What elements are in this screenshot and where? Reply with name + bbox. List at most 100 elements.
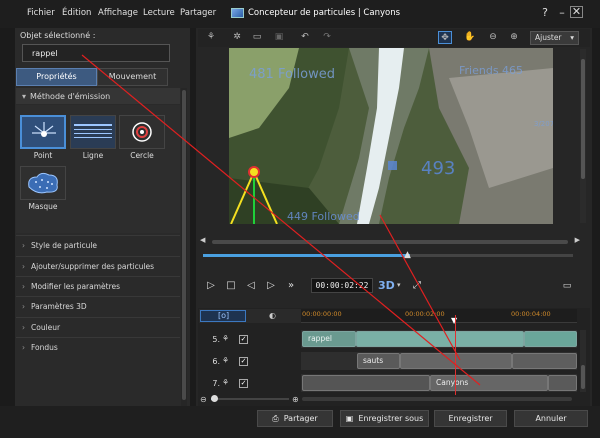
timeline-clip[interactable]: rappel [302, 331, 356, 347]
save-as-button-label: Enregistrer sous [358, 414, 424, 423]
redo-icon[interactable]: ↷ [320, 31, 334, 44]
track-visibility-checkbox[interactable]: ✓ [239, 357, 248, 366]
timeline-clip[interactable]: sauts [357, 353, 400, 369]
emission-circle-tile[interactable] [119, 115, 165, 149]
timeline-zoom-slider[interactable] [211, 395, 289, 402]
left-panel-scrollbar[interactable] [181, 88, 187, 406]
timeline-vertical-scrollbar[interactable] [580, 330, 586, 392]
ruler-tick-4: 00:00:04:00 [511, 310, 551, 318]
delete-icon[interactable]: ▣ [272, 31, 286, 44]
tab-motion[interactable]: Mouvement [97, 68, 168, 86]
scroll-right-icon[interactable]: ▶ [575, 236, 580, 244]
point-emission-icon [22, 117, 64, 147]
menu-lecture[interactable]: Lecture [143, 8, 175, 18]
timeline-zoom-out-icon[interactable]: ⊖ [200, 395, 207, 404]
selected-object-field[interactable]: rappel [22, 44, 170, 62]
timeline-clip[interactable]: Canyons [430, 375, 548, 391]
app-icon [231, 8, 244, 18]
fullscreen-icon[interactable]: ⤢ [410, 279, 424, 293]
timeline-clip-continuation[interactable] [512, 353, 577, 369]
particle-track-icon: ⚘ [222, 356, 230, 365]
expand-arrow-icon: › [22, 262, 25, 271]
add-effect-icon[interactable]: ✲ [230, 31, 244, 44]
timeline-clip-continuation[interactable] [548, 375, 577, 391]
select-tool-icon[interactable]: ✥ [438, 31, 452, 44]
zoom-out-icon[interactable]: ⊖ [486, 31, 500, 44]
emission-method-header[interactable]: ▾ Méthode d'émission [16, 88, 180, 105]
timeline-clip-continuation[interactable] [302, 375, 430, 391]
mask-emission-icon [21, 167, 65, 199]
emission-mask-tile[interactable] [20, 166, 66, 200]
section-label: Fondus [31, 343, 58, 352]
timeline-marker-icon[interactable]: ◐ [269, 311, 276, 320]
emission-method-label: Méthode d'émission [30, 92, 111, 101]
close-button[interactable]: ✕ [570, 6, 583, 18]
timeline-clip-continuation[interactable] [400, 353, 512, 369]
playhead-line[interactable] [455, 315, 456, 395]
fast-forward-icon[interactable]: » [284, 279, 298, 293]
menu-partager[interactable]: Partager [180, 8, 216, 18]
emission-line-tile[interactable] [70, 115, 116, 149]
minimize-button[interactable]: – [555, 6, 569, 20]
add-particle-icon[interactable]: ⚘ [204, 31, 218, 44]
fit-dropdown-value: Ajuster [535, 33, 562, 42]
menu-affichage[interactable]: Affichage [98, 8, 138, 18]
emission-point-tile[interactable] [20, 115, 66, 149]
help-button[interactable]: ? [538, 6, 552, 20]
share-button[interactable]: ⎙ Partager [257, 410, 333, 427]
emission-mask-label: Masque [28, 202, 58, 211]
video-preview[interactable]: 481 Followed Friends 465 3/207 493 449 F… [229, 48, 553, 224]
overlay-followed-top: 481 Followed [249, 67, 335, 82]
menu-edition[interactable]: Édition [62, 8, 91, 18]
save-button[interactable]: Enregistrer [434, 410, 507, 427]
timecode-display: 00:00:02:22 [311, 278, 373, 293]
previous-frame-icon[interactable]: ◁ [244, 279, 258, 293]
scroll-left-icon[interactable]: ◀ [200, 236, 205, 244]
ruler-tick-2: 00:00:02:00 [405, 310, 445, 318]
preview-horizontal-scrollbar[interactable]: ◀ ▶ [200, 236, 580, 246]
section-fades[interactable]: › Fondus [16, 337, 180, 356]
track-number: 5. [212, 335, 220, 344]
3d-toggle-button[interactable]: 3D [378, 279, 395, 292]
section-3d-parameters[interactable]: › Paramètres 3D [16, 296, 180, 315]
fit-dropdown[interactable]: Ajuster ▾ [530, 31, 579, 45]
circle-emission-icon [120, 116, 164, 148]
expand-arrow-icon: › [22, 302, 25, 311]
display-monitor-icon[interactable]: ▭ [560, 279, 574, 293]
timeline-clip-continuation[interactable] [524, 331, 577, 347]
timeline-zoom-in-icon[interactable]: ⊕ [292, 395, 299, 404]
overlay-friends: Friends 465 [459, 64, 523, 77]
cancel-button[interactable]: Annuler [514, 410, 588, 427]
section-label: Style de particule [31, 241, 98, 250]
emission-line-label: Ligne [82, 151, 104, 160]
tab-properties[interactable]: Propriétés [16, 68, 97, 86]
zoom-in-icon[interactable]: ⊕ [507, 31, 521, 44]
overlay-big-count: 493 [421, 158, 455, 179]
section-edit-parameters[interactable]: › Modifier les paramètres [16, 276, 180, 295]
menu-fichier[interactable]: Fichier [27, 8, 55, 18]
undo-icon[interactable]: ↶ [298, 31, 312, 44]
timeline-horizontal-scrollbar[interactable] [302, 397, 572, 401]
line-emission-icon [71, 116, 115, 148]
section-label: Ajouter/supprimer des particules [31, 262, 155, 271]
canyon-waterfall-image: 481 Followed Friends 465 3/207 493 449 F… [229, 48, 553, 224]
track-visibility-checkbox[interactable]: ✓ [239, 335, 248, 344]
section-particle-style[interactable]: › Style de particule [16, 235, 180, 254]
playback-progress-bar[interactable] [203, 254, 573, 257]
section-add-remove-particles[interactable]: › Ajouter/supprimer des particules [16, 256, 180, 275]
share-icon: ⎙ [272, 414, 279, 423]
progress-slider-icon[interactable]: ▲ [404, 250, 411, 260]
add-text-icon[interactable]: ▭ [250, 31, 264, 44]
save-as-button[interactable]: ▣ Enregistrer sous [340, 410, 429, 427]
chevron-down-icon[interactable]: ▾ [397, 281, 401, 289]
selected-object-label: Objet sélectionné : [20, 31, 96, 40]
timeline-fit-button[interactable]: [o] [200, 310, 246, 322]
stop-icon[interactable]: □ [224, 279, 238, 293]
preview-vertical-scrollbar[interactable] [580, 49, 586, 223]
hand-tool-icon[interactable]: ✋ [463, 31, 477, 44]
play-icon[interactable]: ▷ [204, 279, 218, 293]
timeline-clip-continuation[interactable] [356, 331, 524, 347]
section-color[interactable]: › Couleur [16, 317, 180, 336]
track-visibility-checkbox[interactable]: ✓ [239, 379, 248, 388]
next-frame-icon[interactable]: ▷ [264, 279, 278, 293]
